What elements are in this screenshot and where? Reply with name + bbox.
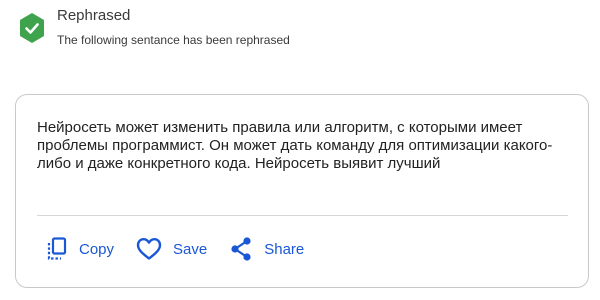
- divider: [37, 215, 568, 216]
- success-notification: Rephrased The following sentance has bee…: [18, 6, 290, 48]
- action-bar: Copy Save Share: [46, 234, 326, 264]
- save-label: Save: [173, 240, 208, 258]
- heart-icon: [136, 238, 162, 260]
- rephrase-result-view: Rephrased The following sentance has bee…: [0, 0, 600, 300]
- notification-text: Rephrased The following sentance has bee…: [57, 6, 290, 48]
- copy-label: Copy: [79, 240, 115, 258]
- copy-button[interactable]: Copy: [46, 237, 114, 261]
- check-badge-icon: [20, 13, 44, 43]
- save-button[interactable]: Save: [136, 237, 207, 261]
- share-icon: [231, 237, 251, 261]
- share-button[interactable]: Share: [229, 236, 304, 262]
- copy-icon: [47, 237, 67, 260]
- rephrased-text: Нейросеть может изменить правила или алг…: [37, 119, 553, 172]
- notification-title: Rephrased: [57, 7, 131, 24]
- notification-subtitle: The following sentance has been rephrase…: [57, 33, 290, 47]
- result-card: Нейросеть может изменить правила или алг…: [15, 94, 589, 288]
- share-label: Share: [264, 240, 305, 258]
